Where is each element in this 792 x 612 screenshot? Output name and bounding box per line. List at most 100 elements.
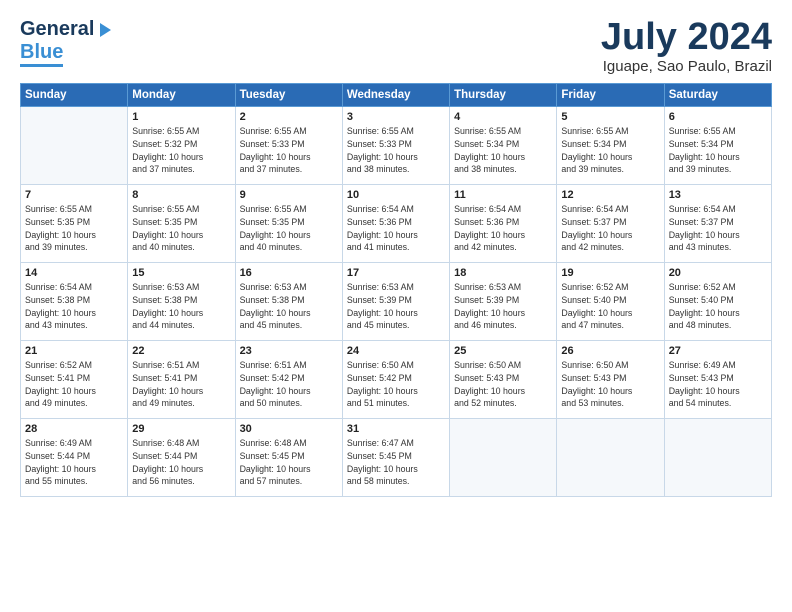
calendar-cell: [664, 419, 771, 497]
cell-sun-info: Sunrise: 6:50 AMSunset: 5:43 PMDaylight:…: [454, 359, 552, 410]
day-number: 11: [454, 189, 552, 201]
cell-sun-info: Sunrise: 6:50 AMSunset: 5:42 PMDaylight:…: [347, 359, 445, 410]
header: General Blue July 2024 Iguape, Sao Paulo…: [20, 18, 772, 75]
cell-sun-info: Sunrise: 6:54 AMSunset: 5:37 PMDaylight:…: [669, 203, 767, 254]
cell-sun-info: Sunrise: 6:55 AMSunset: 5:35 PMDaylight:…: [132, 203, 230, 254]
cell-sun-info: Sunrise: 6:55 AMSunset: 5:34 PMDaylight:…: [561, 125, 659, 176]
cell-sun-info: Sunrise: 6:47 AMSunset: 5:45 PMDaylight:…: [347, 437, 445, 488]
day-of-week-header: Friday: [557, 84, 664, 107]
day-number: 28: [25, 423, 123, 435]
cell-sun-info: Sunrise: 6:53 AMSunset: 5:39 PMDaylight:…: [454, 281, 552, 332]
day-number: 15: [132, 267, 230, 279]
day-number: 8: [132, 189, 230, 201]
calendar-cell: 10Sunrise: 6:54 AMSunset: 5:36 PMDayligh…: [342, 185, 449, 263]
cell-sun-info: Sunrise: 6:55 AMSunset: 5:35 PMDaylight:…: [25, 203, 123, 254]
calendar-cell: 26 Sunrise: 6:50 AMSunset: 5:43 PMDayligh…: [557, 341, 664, 419]
calendar-cell: 20Sunrise: 6:52 AMSunset: 5:40 PMDayligh…: [664, 263, 771, 341]
title-area: July 2024 Iguape, Sao Paulo, Brazil: [601, 18, 772, 75]
cell-sun-info: Sunrise: 6:54 AMSunset: 5:37 PMDaylight:…: [561, 203, 659, 254]
cell-sun-info: Sunrise: 6:49 AMSunset: 5:44 PMDaylight:…: [25, 437, 123, 488]
cell-sun-info: Sunrise: 6:53 AMSunset: 5:39 PMDaylight:…: [347, 281, 445, 332]
calendar-cell: 17 Sunrise: 6:53 AMSunset: 5:39 PMDayligh…: [342, 263, 449, 341]
day-number: 26: [561, 345, 659, 357]
day-of-week-header: Monday: [128, 84, 235, 107]
calendar-cell: 4 Sunrise: 6:55 AMSunset: 5:34 PMDaylight…: [450, 107, 557, 185]
day-number: 31: [347, 423, 445, 435]
cell-sun-info: Sunrise: 6:52 AMSunset: 5:40 PMDaylight:…: [669, 281, 767, 332]
day-number: 12: [561, 189, 659, 201]
calendar-cell: 30 Sunrise: 6:48 AMSunset: 5:45 PMDayligh…: [235, 419, 342, 497]
cell-sun-info: Sunrise: 6:55 AMSunset: 5:35 PMDaylight:…: [240, 203, 338, 254]
cell-sun-info: Sunrise: 6:55 AMSunset: 5:32 PMDaylight:…: [132, 125, 230, 176]
calendar-cell: 2 Sunrise: 6:55 AMSunset: 5:33 PMDaylight…: [235, 107, 342, 185]
day-number: 13: [669, 189, 767, 201]
calendar-cell: 15Sunrise: 6:53 AMSunset: 5:38 PMDayligh…: [128, 263, 235, 341]
day-number: 10: [347, 189, 445, 201]
day-number: 3: [347, 111, 445, 123]
day-number: 6: [669, 111, 767, 123]
cell-sun-info: Sunrise: 6:50 AMSunset: 5:43 PMDaylight:…: [561, 359, 659, 410]
calendar-cell: 21 Sunrise: 6:52 AMSunset: 5:41 PMDayligh…: [21, 341, 128, 419]
logo-blue: Blue: [20, 41, 63, 67]
calendar-cell: 12 Sunrise: 6:54 AMSunset: 5:37 PMDayligh…: [557, 185, 664, 263]
calendar-cell: 6Sunrise: 6:55 AMSunset: 5:34 PMDaylight…: [664, 107, 771, 185]
day-of-week-header: Saturday: [664, 84, 771, 107]
cell-sun-info: Sunrise: 6:55 AMSunset: 5:33 PMDaylight:…: [240, 125, 338, 176]
day-number: 25: [454, 345, 552, 357]
calendar-table: SundayMondayTuesdayWednesdayThursdayFrid…: [20, 83, 772, 497]
cell-sun-info: Sunrise: 6:52 AMSunset: 5:40 PMDaylight:…: [561, 281, 659, 332]
location: Iguape, Sao Paulo, Brazil: [601, 58, 772, 75]
cell-sun-info: Sunrise: 6:51 AMSunset: 5:41 PMDaylight:…: [132, 359, 230, 410]
calendar-cell: [557, 419, 664, 497]
cell-sun-info: Sunrise: 6:52 AMSunset: 5:41 PMDaylight:…: [25, 359, 123, 410]
cell-sun-info: Sunrise: 6:48 AMSunset: 5:45 PMDaylight:…: [240, 437, 338, 488]
day-number: 30: [240, 423, 338, 435]
calendar-cell: 16Sunrise: 6:53 AMSunset: 5:38 PMDayligh…: [235, 263, 342, 341]
calendar-week-row: 21 Sunrise: 6:52 AMSunset: 5:41 PMDayligh…: [21, 341, 772, 419]
calendar-cell: [450, 419, 557, 497]
day-number: 1: [132, 111, 230, 123]
calendar-cell: 29 Sunrise: 6:48 AMSunset: 5:44 PMDayligh…: [128, 419, 235, 497]
day-number: 18: [454, 267, 552, 279]
calendar-week-row: 1 Sunrise: 6:55 AMSunset: 5:32 PMDaylight…: [21, 107, 772, 185]
calendar-cell: 23Sunrise: 6:51 AMSunset: 5:42 PMDayligh…: [235, 341, 342, 419]
calendar-week-row: 28 Sunrise: 6:49 AMSunset: 5:44 PMDayligh…: [21, 419, 772, 497]
day-number: 29: [132, 423, 230, 435]
logo-general: General: [20, 18, 94, 41]
day-number: 24: [347, 345, 445, 357]
calendar-header-row: SundayMondayTuesdayWednesdayThursdayFrid…: [21, 84, 772, 107]
cell-sun-info: Sunrise: 6:55 AMSunset: 5:34 PMDaylight:…: [454, 125, 552, 176]
cell-sun-info: Sunrise: 6:48 AMSunset: 5:44 PMDaylight:…: [132, 437, 230, 488]
calendar-cell: 11 Sunrise: 6:54 AMSunset: 5:36 PMDayligh…: [450, 185, 557, 263]
month-title: July 2024: [601, 18, 772, 56]
day-number: 4: [454, 111, 552, 123]
day-number: 23: [240, 345, 338, 357]
calendar-week-row: 14Sunrise: 6:54 AMSunset: 5:38 PMDayligh…: [21, 263, 772, 341]
calendar-cell: 1 Sunrise: 6:55 AMSunset: 5:32 PMDaylight…: [128, 107, 235, 185]
calendar-cell: 27 Sunrise: 6:49 AMSunset: 5:43 PMDayligh…: [664, 341, 771, 419]
day-number: 2: [240, 111, 338, 123]
cell-sun-info: Sunrise: 6:53 AMSunset: 5:38 PMDaylight:…: [240, 281, 338, 332]
cell-sun-info: Sunrise: 6:55 AMSunset: 5:33 PMDaylight:…: [347, 125, 445, 176]
day-number: 27: [669, 345, 767, 357]
cell-sun-info: Sunrise: 6:49 AMSunset: 5:43 PMDaylight:…: [669, 359, 767, 410]
day-number: 14: [25, 267, 123, 279]
calendar-cell: 14Sunrise: 6:54 AMSunset: 5:38 PMDayligh…: [21, 263, 128, 341]
logo-triangle-icon: [95, 21, 113, 39]
cell-sun-info: Sunrise: 6:54 AMSunset: 5:36 PMDaylight:…: [454, 203, 552, 254]
calendar-cell: 13 Sunrise: 6:54 AMSunset: 5:37 PMDayligh…: [664, 185, 771, 263]
day-number: 22: [132, 345, 230, 357]
day-number: 9: [240, 189, 338, 201]
day-number: 19: [561, 267, 659, 279]
calendar-cell: 7Sunrise: 6:55 AMSunset: 5:35 PMDaylight…: [21, 185, 128, 263]
calendar-cell: 3 Sunrise: 6:55 AMSunset: 5:33 PMDaylight…: [342, 107, 449, 185]
day-number: 17: [347, 267, 445, 279]
day-number: 21: [25, 345, 123, 357]
calendar-cell: 19 Sunrise: 6:52 AMSunset: 5:40 PMDayligh…: [557, 263, 664, 341]
day-of-week-header: Wednesday: [342, 84, 449, 107]
day-of-week-header: Thursday: [450, 84, 557, 107]
logo: General Blue: [20, 18, 114, 64]
calendar-cell: 24 Sunrise: 6:50 AMSunset: 5:42 PMDayligh…: [342, 341, 449, 419]
day-of-week-header: Tuesday: [235, 84, 342, 107]
calendar-page: General Blue July 2024 Iguape, Sao Paulo…: [0, 0, 792, 612]
